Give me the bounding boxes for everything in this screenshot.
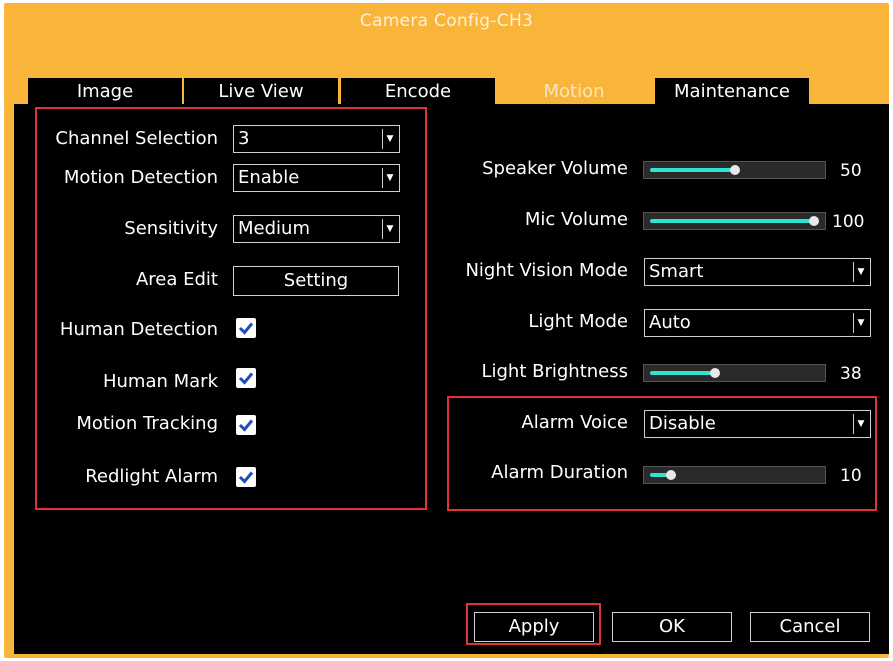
human-detection-checkbox[interactable] xyxy=(236,318,256,338)
alarm-voice-dropdown[interactable]: Disable ▼ xyxy=(644,410,871,438)
sensitivity-dropdown[interactable]: Medium ▼ xyxy=(233,215,400,243)
redlight-alarm-checkbox[interactable] xyxy=(236,467,256,487)
tab-image[interactable]: Image xyxy=(28,78,182,104)
slider-knob[interactable] xyxy=(710,368,720,378)
dropdown-arrow-icon: ▼ xyxy=(853,414,868,434)
light-mode-value: Auto xyxy=(649,312,691,333)
sensitivity-label: Sensitivity xyxy=(124,218,218,239)
ok-button[interactable]: OK xyxy=(612,612,732,642)
tab-live-view[interactable]: Live View xyxy=(184,78,338,104)
area-edit-setting-button[interactable]: Setting xyxy=(233,266,399,296)
motion-detection-label: Motion Detection xyxy=(63,167,218,188)
dropdown-arrow-icon: ▼ xyxy=(382,219,397,239)
alarm-voice-value: Disable xyxy=(649,413,716,434)
night-vision-mode-dropdown[interactable]: Smart ▼ xyxy=(644,258,871,286)
camera-config-window: Camera Config-CH3 Image Live View Encode… xyxy=(4,3,889,658)
light-mode-dropdown[interactable]: Auto ▼ xyxy=(644,309,871,337)
motion-detection-value: Enable xyxy=(238,167,300,188)
light-mode-label: Light Mode xyxy=(528,311,628,332)
channel-selection-value: 3 xyxy=(238,128,250,149)
motion-settings-panel: Channel Selection 3 ▼ Motion Detection E… xyxy=(14,104,889,654)
apply-button[interactable]: Apply xyxy=(474,612,594,642)
tab-encode[interactable]: Encode xyxy=(341,78,495,104)
cancel-button[interactable]: Cancel xyxy=(750,612,870,642)
motion-tracking-checkbox[interactable] xyxy=(236,415,256,435)
checkmark-icon xyxy=(238,322,254,335)
night-vision-mode-label: Night Vision Mode xyxy=(465,260,628,281)
motion-tracking-label: Motion Tracking xyxy=(76,413,218,434)
tab-motion[interactable]: Motion xyxy=(497,78,651,104)
mic-volume-value: 100 xyxy=(832,212,865,232)
checkmark-icon xyxy=(238,471,254,484)
night-vision-mode-value: Smart xyxy=(649,261,704,282)
human-detection-label: Human Detection xyxy=(59,319,218,340)
speaker-volume-slider[interactable] xyxy=(643,161,826,179)
checkmark-icon xyxy=(238,372,254,385)
light-brightness-label: Light Brightness xyxy=(481,361,628,382)
alarm-duration-label: Alarm Duration xyxy=(491,462,628,483)
slider-fill xyxy=(650,168,735,172)
alarm-duration-slider[interactable] xyxy=(643,466,826,484)
slider-knob[interactable] xyxy=(809,216,819,226)
human-mark-label: Human Mark xyxy=(102,371,218,392)
redlight-alarm-label: Redlight Alarm xyxy=(85,466,218,487)
slider-knob[interactable] xyxy=(730,165,740,175)
motion-detection-dropdown[interactable]: Enable ▼ xyxy=(233,164,400,192)
slider-fill xyxy=(650,219,814,223)
mic-volume-slider[interactable] xyxy=(643,212,826,230)
human-mark-checkbox[interactable] xyxy=(236,368,256,388)
alarm-duration-value: 10 xyxy=(840,466,862,486)
speaker-volume-value: 50 xyxy=(840,161,862,181)
checkmark-icon xyxy=(238,419,254,432)
channel-selection-label: Channel Selection xyxy=(55,128,218,149)
dropdown-arrow-icon: ▼ xyxy=(382,129,397,149)
dropdown-arrow-icon: ▼ xyxy=(853,262,868,282)
channel-selection-dropdown[interactable]: 3 ▼ xyxy=(233,125,400,153)
tab-maintenance[interactable]: Maintenance xyxy=(655,78,809,104)
speaker-volume-label: Speaker Volume xyxy=(482,158,628,179)
light-brightness-slider[interactable] xyxy=(643,364,826,382)
slider-fill xyxy=(650,371,715,375)
light-brightness-value: 38 xyxy=(840,364,862,384)
window-title: Camera Config-CH3 xyxy=(359,11,534,31)
mic-volume-label: Mic Volume xyxy=(524,209,628,230)
dropdown-arrow-icon: ▼ xyxy=(382,168,397,188)
sensitivity-value: Medium xyxy=(238,218,310,239)
slider-knob[interactable] xyxy=(666,470,676,480)
dropdown-arrow-icon: ▼ xyxy=(853,313,868,333)
area-edit-label: Area Edit xyxy=(135,269,218,290)
alarm-voice-label: Alarm Voice xyxy=(521,412,628,433)
